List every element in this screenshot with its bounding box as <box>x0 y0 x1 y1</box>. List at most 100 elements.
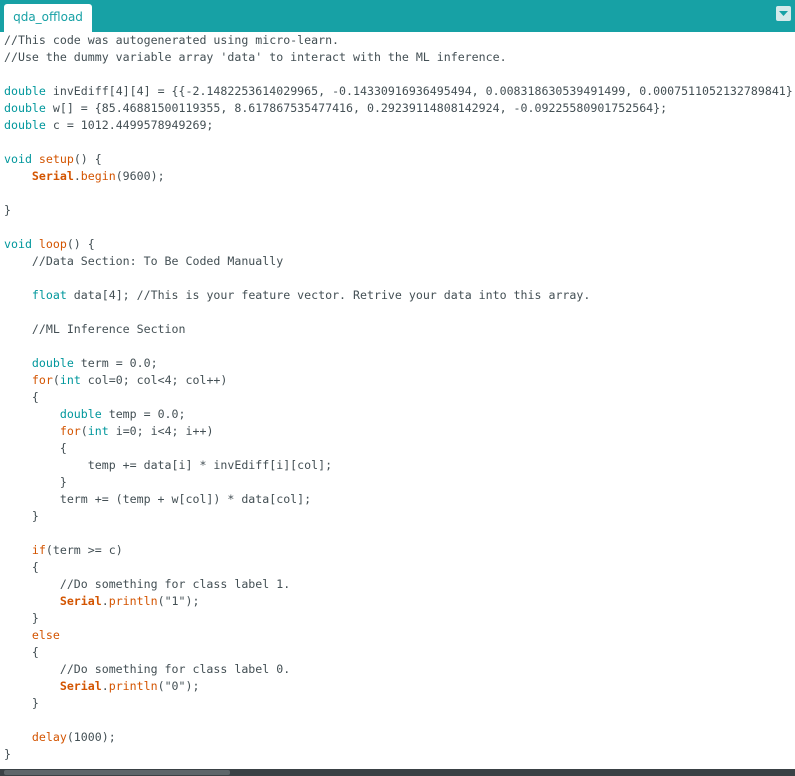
code-text[interactable]: //This code was autogenerated using micr… <box>4 32 793 763</box>
code-token: int <box>87 424 109 438</box>
code-token: println <box>108 594 158 608</box>
scrollbar-thumb[interactable] <box>4 770 230 775</box>
code-token: } <box>4 611 39 625</box>
code-token: () { <box>66 237 95 251</box>
code-token: //ML Inference Section <box>31 322 186 336</box>
code-token: float <box>31 288 67 302</box>
code-token: (9600); <box>115 169 165 183</box>
code-token: loop <box>38 237 67 251</box>
code-line: float data[4]; //This is your feature ve… <box>4 287 793 304</box>
code-line: } <box>4 610 793 627</box>
code-token: //This code was autogenerated using micr… <box>4 33 340 47</box>
code-token: void <box>4 152 32 166</box>
code-line: } <box>4 202 793 219</box>
code-token: println <box>108 679 158 693</box>
code-token: double <box>59 407 102 421</box>
code-token: double <box>4 84 46 98</box>
code-line: { <box>4 440 793 457</box>
code-token: else <box>31 628 60 642</box>
code-token: Serial <box>59 594 102 608</box>
code-token: } <box>4 475 67 489</box>
code-token: ( <box>52 373 60 387</box>
code-token: ( <box>80 424 88 438</box>
code-line: } <box>4 474 793 491</box>
code-editor[interactable]: //This code was autogenerated using micr… <box>0 32 795 769</box>
code-token: for <box>31 373 53 387</box>
code-line: delay(1000); <box>4 729 793 746</box>
code-line: double invEdiff[4][4] = {{-2.14822536140… <box>4 83 793 100</box>
tab-menu-button[interactable] <box>776 6 791 21</box>
code-token: . <box>101 679 109 693</box>
code-line: double temp = 0.0; <box>4 406 793 423</box>
code-token: { <box>4 645 39 659</box>
code-line: double w[] = {85.46881500119355, 8.61786… <box>4 100 793 117</box>
code-line: Serial.begin(9600); <box>4 168 793 185</box>
tab-qda-offload[interactable]: qda_offload <box>4 4 92 32</box>
code-line: //Use the dummy variable array 'data' to… <box>4 49 793 66</box>
code-line: { <box>4 389 793 406</box>
code-token: } <box>4 203 11 217</box>
code-token: { <box>4 441 67 455</box>
code-token: Serial <box>59 679 102 693</box>
code-line: Serial.println("1"); <box>4 593 793 610</box>
code-token: temp = 0.0; <box>101 407 186 421</box>
chevron-down-icon <box>779 11 788 16</box>
code-token: temp += data[i] * invEdiff[i][col]; <box>4 458 333 472</box>
code-line: temp += data[i] * invEdiff[i][col]; <box>4 457 793 474</box>
code-token: { <box>4 560 39 574</box>
code-line: Serial.println("0"); <box>4 678 793 695</box>
code-token: void <box>4 237 32 251</box>
code-line: term += (temp + w[col]) * data[col]; <box>4 491 793 508</box>
code-token: term = 0.0; <box>73 356 158 370</box>
code-token: . <box>101 594 109 608</box>
code-token: setup <box>38 152 74 166</box>
code-line: } <box>4 508 793 525</box>
code-token: //Use the dummy variable array 'data' to… <box>4 50 507 64</box>
code-token: data[4]; <box>66 288 137 302</box>
code-line: } <box>4 695 793 712</box>
code-token: (1000); <box>66 730 116 744</box>
code-token: i=0; i<4; i++) <box>108 424 214 438</box>
code-token: ("1"); <box>157 594 200 608</box>
tab-bar: qda_offload <box>0 0 795 32</box>
code-token: //This is your feature vector. Retrive y… <box>136 288 591 302</box>
horizontal-scrollbar[interactable] <box>0 769 795 776</box>
code-line: } <box>4 746 793 763</box>
code-line: //Data Section: To Be Coded Manually <box>4 253 793 270</box>
code-token: (term >= c) <box>45 543 123 557</box>
code-line: else <box>4 627 793 644</box>
code-token: . <box>73 169 81 183</box>
code-line: void setup() { <box>4 151 793 168</box>
code-line: //ML Inference Section <box>4 321 793 338</box>
code-token: c = 1012.4499578949269; <box>45 118 214 132</box>
code-token: int <box>59 373 81 387</box>
code-token: } <box>4 747 11 761</box>
code-line: double term = 0.0; <box>4 355 793 372</box>
code-line: //This code was autogenerated using micr… <box>4 32 793 49</box>
code-token: //Do something for class label 1. <box>59 577 291 591</box>
code-line: void loop() { <box>4 236 793 253</box>
code-line: //Do something for class label 1. <box>4 576 793 593</box>
code-token: w[] = {85.46881500119355, 8.617867535477… <box>45 101 668 115</box>
code-token: double <box>4 101 46 115</box>
